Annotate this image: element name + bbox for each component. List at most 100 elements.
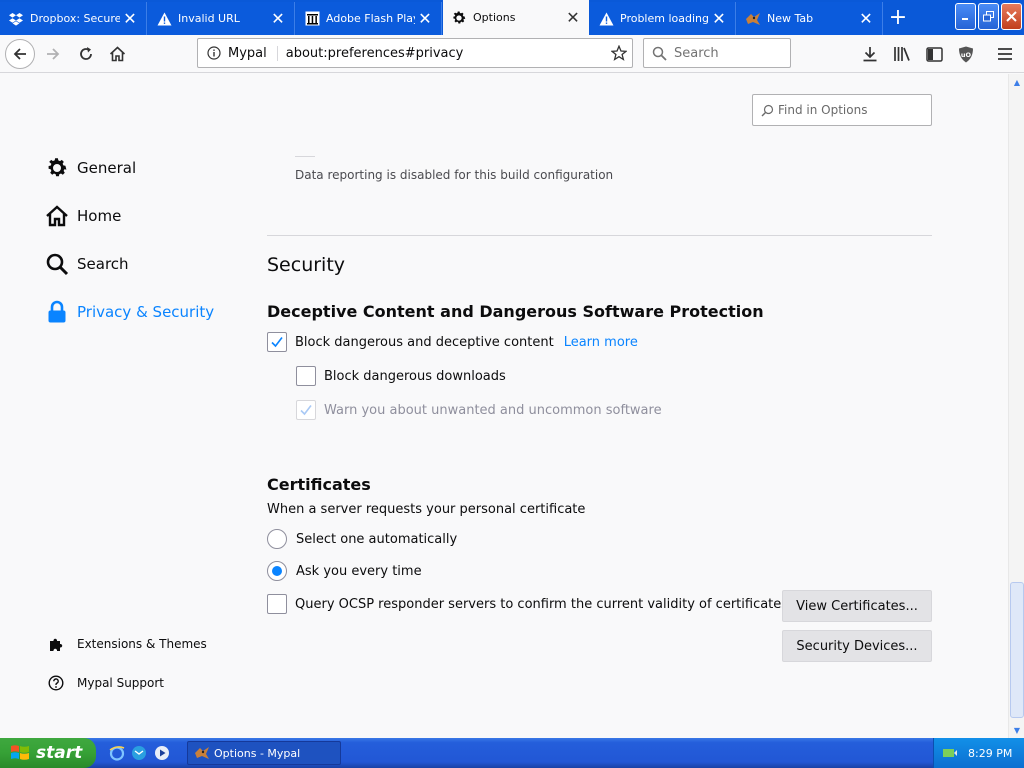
- forward-arrow-icon: [47, 48, 60, 60]
- section-divider: [267, 235, 932, 236]
- close-icon[interactable]: ✕: [709, 9, 729, 29]
- menu-button[interactable]: [993, 42, 1017, 66]
- search-icon: [44, 251, 70, 277]
- block-deceptive-label[interactable]: Block dangerous and deceptive content: [295, 335, 554, 350]
- minimize-button[interactable]: [955, 3, 976, 30]
- tab-options[interactable]: Options ✕: [443, 0, 589, 35]
- view-certificates-button[interactable]: View Certificates...: [782, 590, 932, 622]
- safely-remove-hardware-icon[interactable]: [942, 745, 958, 761]
- sidebar-item-label: Mypal Support: [77, 676, 165, 690]
- home-button[interactable]: [102, 39, 132, 69]
- sidebar-item-mypal-support[interactable]: Mypal Support: [47, 673, 164, 693]
- system-tray: 8:29 PM: [933, 738, 1024, 768]
- scrollbar-thumb[interactable]: [1010, 582, 1024, 718]
- tab-new-tab[interactable]: New Tab ✕: [737, 2, 883, 35]
- warn-unwanted-checkbox[interactable]: [296, 400, 316, 420]
- sidebar-item-label: General: [77, 159, 137, 177]
- back-button[interactable]: [5, 39, 35, 69]
- sidebar-button[interactable]: [922, 42, 946, 66]
- url-text[interactable]: about:preferences#privacy: [286, 46, 606, 61]
- lock-icon: [44, 299, 70, 325]
- ocsp-row: Query OCSP responder servers to confirm …: [267, 593, 788, 615]
- sidebar-item-general[interactable]: General: [44, 154, 136, 182]
- dropbox-icon: [8, 11, 24, 27]
- certificates-heading: Certificates: [267, 475, 371, 494]
- divider: [295, 156, 315, 157]
- block-downloads-label[interactable]: Block dangerous downloads: [324, 369, 506, 384]
- close-icon[interactable]: ✕: [856, 9, 876, 29]
- forward-button[interactable]: [38, 39, 68, 69]
- sidebar-item-search[interactable]: Search: [44, 250, 129, 278]
- search-placeholder: Search: [674, 45, 719, 61]
- close-icon[interactable]: ✕: [415, 9, 435, 29]
- learn-more-link[interactable]: Learn more: [564, 335, 638, 350]
- svg-text:uO: uO: [961, 51, 972, 59]
- scroll-down-arrow-icon[interactable]: ▼: [1011, 724, 1023, 736]
- ie-quicklaunch-icon[interactable]: [108, 744, 126, 762]
- ocsp-checkbox[interactable]: [267, 594, 287, 614]
- mypal-icon: [195, 747, 209, 759]
- taskbar-item-options-mypal[interactable]: Options - Mypal: [187, 741, 341, 765]
- find-in-options-input[interactable]: Find in Options: [752, 94, 932, 126]
- tab-adobe-flash[interactable]: Adobe Flash Playe ✕: [296, 2, 442, 35]
- sidebar-item-home[interactable]: Home: [44, 202, 121, 230]
- scroll-up-arrow-icon[interactable]: ▲: [1011, 76, 1023, 88]
- close-icon[interactable]: ✕: [563, 8, 583, 28]
- restore-button[interactable]: [978, 3, 999, 30]
- info-icon[interactable]: [206, 45, 222, 61]
- page-scrollbar[interactable]: ▲ ▼: [1008, 74, 1024, 738]
- library-button[interactable]: [890, 42, 914, 66]
- downloads-button[interactable]: [858, 42, 882, 66]
- tab-dropbox[interactable]: Dropbox: Secure ✕: [0, 2, 147, 35]
- back-arrow-icon: [13, 48, 26, 60]
- sidebar-item-label: Search: [77, 255, 129, 273]
- navigation-toolbar: Mypal about:preferences#privacy Search u…: [0, 35, 1024, 73]
- close-icon[interactable]: ✕: [268, 9, 288, 29]
- ocsp-label[interactable]: Query OCSP responder servers to confirm …: [295, 597, 788, 612]
- find-placeholder: Find in Options: [778, 103, 868, 117]
- start-button[interactable]: start: [0, 738, 96, 768]
- ublock-button[interactable]: uO: [954, 42, 978, 66]
- warning-icon: [598, 11, 614, 27]
- hamburger-menu-icon: [998, 48, 1012, 60]
- sidebar-item-label: Privacy & Security: [77, 303, 215, 321]
- museum-icon: [304, 11, 320, 27]
- sidebar-item-extensions-themes[interactable]: Extensions & Themes: [47, 634, 207, 654]
- gear-icon: [451, 10, 467, 26]
- block-downloads-checkbox[interactable]: [296, 366, 316, 386]
- select-automatically-radio[interactable]: [267, 529, 287, 549]
- warn-unwanted-label[interactable]: Warn you about unwanted and uncommon sof…: [324, 403, 662, 418]
- search-bar[interactable]: Search: [643, 38, 791, 68]
- security-heading: Security: [267, 254, 346, 276]
- close-window-button[interactable]: [1001, 3, 1022, 30]
- search-icon: [652, 46, 668, 61]
- url-bar[interactable]: Mypal about:preferences#privacy: [197, 38, 633, 68]
- windows-taskbar: start Options - Mypal 8:29 PM: [0, 738, 1024, 768]
- new-tab-button[interactable]: +: [883, 4, 913, 30]
- sidebar-item-label: Extensions & Themes: [77, 637, 207, 651]
- checkmark-icon: [300, 405, 312, 416]
- reload-button[interactable]: [71, 39, 101, 69]
- bookmark-star-icon[interactable]: [606, 45, 632, 61]
- tab-invalid-url[interactable]: Invalid URL ✕: [148, 2, 295, 35]
- ask-every-time-label[interactable]: Ask you every time: [296, 564, 422, 579]
- tab-label: Invalid URL: [178, 12, 240, 25]
- select-automatically-label[interactable]: Select one automatically: [296, 532, 457, 547]
- mypal-icon: [745, 11, 761, 27]
- tab-label: Options: [473, 11, 516, 24]
- taskbar-item-label: Options - Mypal: [214, 746, 301, 760]
- block-deceptive-checkbox[interactable]: [267, 332, 287, 352]
- tab-label: Problem loading pa: [620, 12, 709, 25]
- sidebar-item-label: Home: [77, 207, 122, 225]
- close-icon[interactable]: ✕: [120, 9, 140, 29]
- preferences-page: Find in Options General Home Search Priv…: [0, 74, 1008, 738]
- media-player-quicklaunch-icon[interactable]: [153, 744, 171, 762]
- ask-every-time-radio[interactable]: [267, 561, 287, 581]
- mail-quicklaunch-icon[interactable]: [130, 744, 148, 762]
- ask-every-time-row: Ask you every time: [267, 560, 422, 582]
- sidebar-item-privacy-security[interactable]: Privacy & Security: [44, 298, 214, 326]
- warn-unwanted-row: Warn you about unwanted and uncommon sof…: [296, 399, 662, 421]
- tab-problem-loading[interactable]: Problem loading pa ✕: [590, 2, 736, 35]
- home-icon: [109, 46, 125, 62]
- security-devices-button[interactable]: Security Devices...: [782, 630, 932, 662]
